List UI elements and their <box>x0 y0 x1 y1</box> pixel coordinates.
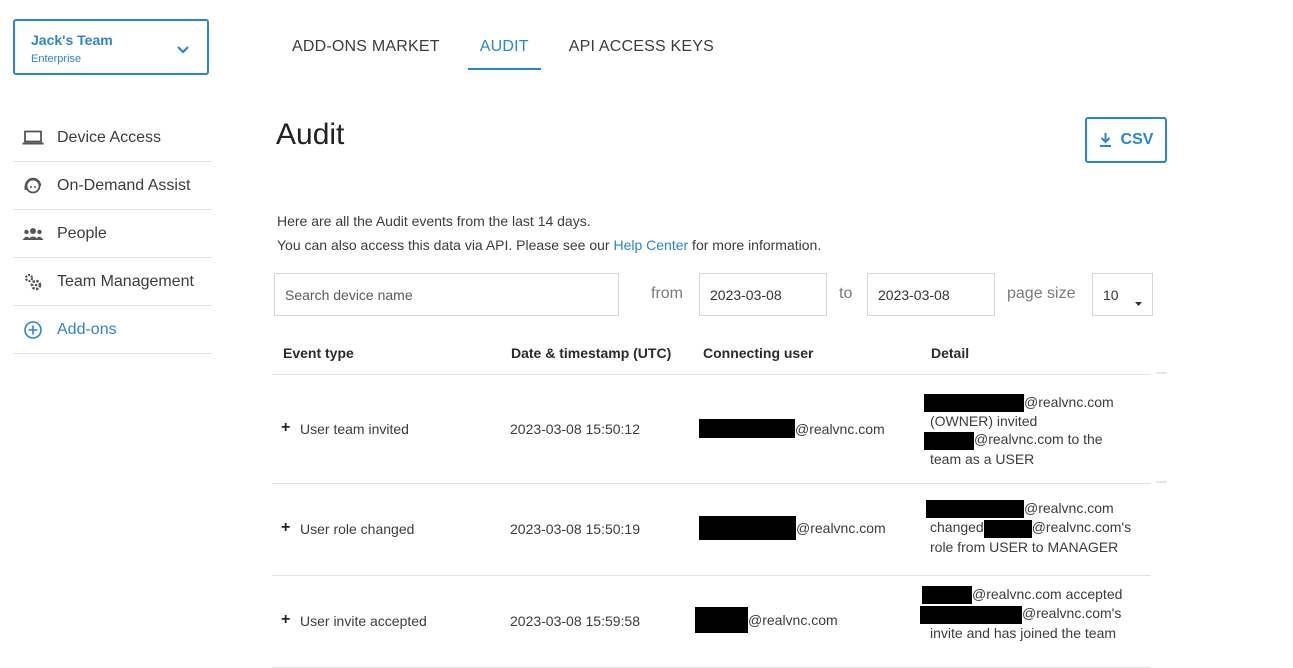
header-connecting-user: Connecting user <box>703 345 814 361</box>
expand-row-icon[interactable]: + <box>281 419 290 437</box>
download-icon <box>1099 133 1111 147</box>
detail-line: (OWNER) invited <box>930 413 1038 430</box>
sidebar-item-label: Device Access <box>57 128 162 146</box>
redacted-block <box>924 431 974 450</box>
detail-line: @realvnc.com <box>1024 500 1114 516</box>
table-row[interactable]: + User role changed 2023-03-08 15:50:19 … <box>272 484 1151 576</box>
sidebar-item-add-ons[interactable]: Add-ons <box>13 306 213 354</box>
csv-label: CSV <box>1120 131 1154 148</box>
event-type: User role changed <box>300 521 415 537</box>
audit-table: Event type Date & timestamp (UTC) Connec… <box>272 336 1151 668</box>
detail-line: changed <box>930 519 984 536</box>
event-timestamp: 2023-03-08 15:50:19 <box>510 521 640 537</box>
tab-audit[interactable]: AUDIT <box>467 22 541 70</box>
header-event-type: Event type <box>283 345 354 361</box>
event-type: User team invited <box>300 421 409 437</box>
sidebar-item-label: People <box>57 224 107 242</box>
expand-row-icon[interactable]: + <box>281 519 290 537</box>
tab-add-ons-market[interactable]: ADD-ONS MARKET <box>280 22 452 70</box>
sidebar-nav: Device Access On-Demand Assist People Te… <box>13 114 213 354</box>
redacted-block <box>920 605 1022 624</box>
intro-line-2-pre: You can also access this data via API. P… <box>277 237 614 253</box>
redacted-block <box>922 586 972 605</box>
caret-down-icon <box>1135 293 1142 309</box>
to-label: to <box>839 285 853 302</box>
connecting-user: @realvnc.com <box>695 607 838 633</box>
to-date-input[interactable] <box>867 273 995 316</box>
user-domain: @realvnc.com <box>748 612 838 628</box>
user-domain: @realvnc.com <box>795 420 885 437</box>
team-plan: Enterprise <box>31 53 82 65</box>
user-domain: @realvnc.com <box>796 520 886 536</box>
intro-line-2: You can also access this data via API. P… <box>277 233 821 257</box>
detail-line: @realvnc.com to the <box>974 431 1103 448</box>
sidebar-item-device-access[interactable]: Device Access <box>13 114 213 162</box>
redacted-block <box>924 394 1024 413</box>
add-circle-icon <box>22 319 44 341</box>
gears-icon <box>22 271 44 293</box>
event-type: User invite accepted <box>300 613 427 629</box>
team-selector[interactable]: Jack's Team Enterprise <box>13 19 209 75</box>
sidebar-item-team-management[interactable]: Team Management <box>13 258 213 306</box>
page-size-value: 10 <box>1103 286 1119 303</box>
sidebar-item-label: Add-ons <box>57 320 117 338</box>
from-label: from <box>651 285 683 302</box>
chevron-down-icon <box>177 41 189 59</box>
redacted-block <box>983 519 1032 538</box>
detail-line: @realvnc.com <box>1024 394 1114 410</box>
redacted-block <box>699 419 795 438</box>
expand-row-icon[interactable]: + <box>281 611 290 629</box>
laptop-icon <box>22 127 44 149</box>
support-agent-icon <box>22 175 44 197</box>
intro-line-2-post: for more information. <box>688 237 822 253</box>
detail-line: @realvnc.com's <box>1031 519 1132 536</box>
connecting-user: @realvnc.com <box>699 516 886 540</box>
tab-bar: ADD-ONS MARKET AUDIT API ACCESS KEYS <box>280 22 726 70</box>
detail-line: @realvnc.com accepted <box>972 586 1123 602</box>
page-title: Audit <box>276 118 345 151</box>
event-timestamp: 2023-03-08 15:59:58 <box>510 613 640 629</box>
detail-line: invite and has joined the team <box>930 624 1117 641</box>
table-row[interactable]: + User team invited 2023-03-08 15:50:12 … <box>272 375 1151 484</box>
header-detail: Detail <box>931 345 970 361</box>
detail-line: team as a USER <box>930 450 1035 467</box>
table-row[interactable]: + User invite accepted 2023-03-08 15:59:… <box>272 576 1151 668</box>
csv-download-button[interactable]: CSV <box>1085 117 1167 163</box>
redacted-block <box>699 516 796 540</box>
scrollbar-track-mark <box>1156 481 1167 483</box>
intro-line-1: Here are all the Audit events from the l… <box>277 213 591 229</box>
event-detail: @realvnc.com changed @realvnc.com's role … <box>924 499 1138 556</box>
page-size-select[interactable]: 10 <box>1092 273 1153 316</box>
detail-line: role from USER to MANAGER <box>930 538 1119 555</box>
table-header: Event type Date & timestamp (UTC) Connec… <box>272 336 1151 375</box>
tab-api-access-keys[interactable]: API ACCESS KEYS <box>557 22 726 70</box>
redacted-block <box>926 500 1024 519</box>
header-timestamp: Date & timestamp (UTC) <box>511 345 672 361</box>
detail-line: @realvnc.com's <box>1022 605 1122 622</box>
event-timestamp: 2023-03-08 15:50:12 <box>510 421 640 437</box>
from-date-input[interactable] <box>699 273 827 316</box>
connecting-user: @realvnc.com <box>699 419 885 438</box>
page-size-label: page size <box>1007 285 1076 302</box>
sidebar-item-people[interactable]: People <box>13 210 213 258</box>
redacted-block <box>695 607 748 633</box>
search-device-input[interactable] <box>274 273 619 316</box>
event-detail: @realvnc.com (OWNER) invited @realvnc.co… <box>924 393 1138 468</box>
sidebar-item-on-demand-assist[interactable]: On-Demand Assist <box>13 162 213 210</box>
scrollbar-track-mark <box>1156 372 1167 374</box>
event-detail: @realvnc.com accepted @realvnc.com's inv… <box>920 585 1142 642</box>
sidebar-item-label: Team Management <box>57 272 194 290</box>
sidebar-item-label: On-Demand Assist <box>57 176 191 194</box>
people-icon <box>22 223 44 245</box>
team-name: Jack's Team <box>31 32 113 48</box>
help-center-link[interactable]: Help Center <box>613 237 688 253</box>
intro-text: Here are all the Audit events from the l… <box>277 209 821 257</box>
